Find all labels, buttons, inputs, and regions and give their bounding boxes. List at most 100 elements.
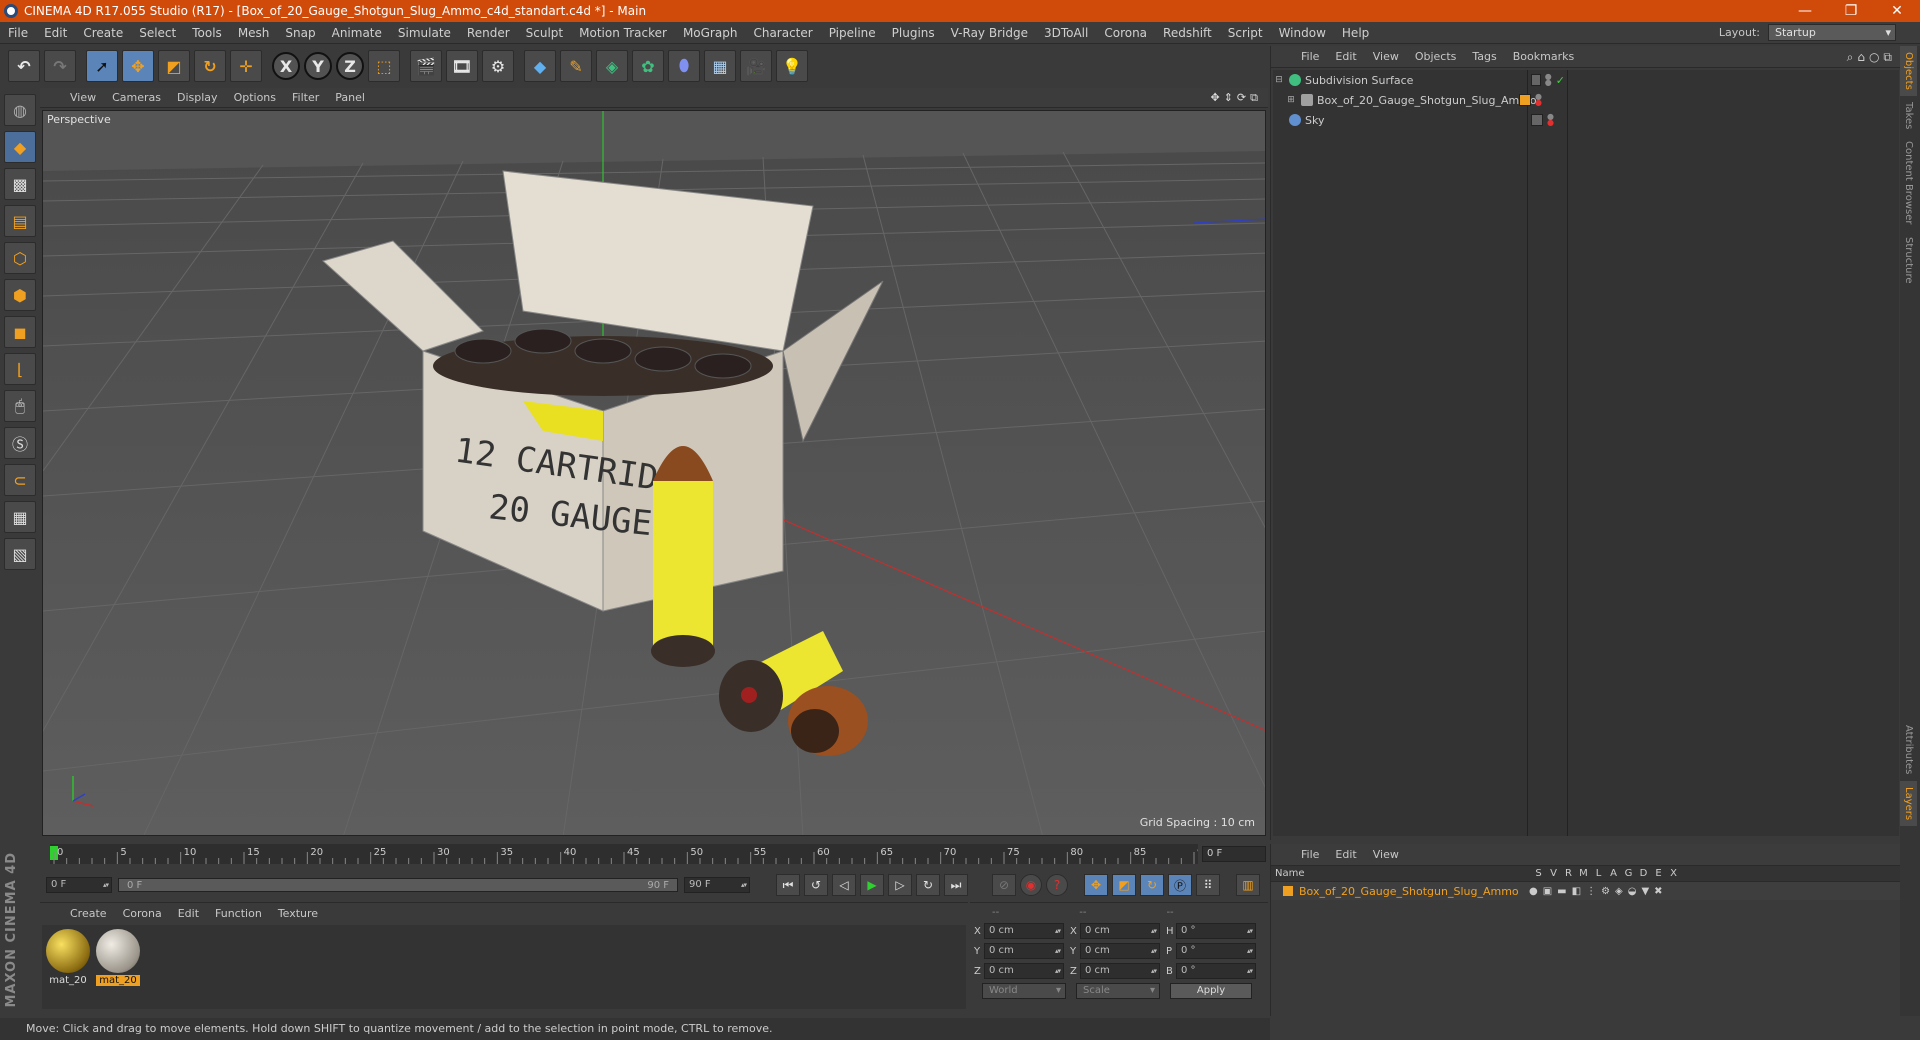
visibility-dots[interactable]: ● ● <box>1547 113 1554 127</box>
scale-icon[interactable]: ◩ <box>158 50 190 82</box>
layout-dropdown[interactable]: Startup <box>1768 24 1896 41</box>
menu-mograph[interactable]: MoGraph <box>675 26 746 40</box>
render-settings-icon[interactable]: ⚙ <box>482 50 514 82</box>
material-menu-corona[interactable]: Corona <box>115 907 170 920</box>
previous-key-icon[interactable]: ↺ <box>804 874 828 896</box>
planar-workplane-icon[interactable]: ▧ <box>4 538 36 570</box>
viewport-navigation-icons[interactable]: ✥⇕⟳⧉ <box>1210 91 1262 105</box>
make-editable-icon[interactable]: ◍ <box>4 94 36 126</box>
layer-toggle-icons[interactable]: ●▣▬◧⋮⚙◈◒▼✖ <box>1529 886 1668 897</box>
viewport-menu-options[interactable]: Options <box>226 91 284 104</box>
objects-menu-tags[interactable]: Tags <box>1464 50 1504 63</box>
coordinate-system-icon[interactable]: ⬚ <box>368 50 400 82</box>
material-swatch[interactable]: mat_20 <box>96 929 140 1005</box>
model-mode-icon[interactable]: ◆ <box>4 131 36 163</box>
go-to-start-icon[interactable]: ⏮ <box>776 874 800 896</box>
menu-create[interactable]: Create <box>75 26 131 40</box>
record-active-objects-icon[interactable]: ◉ <box>1020 874 1042 896</box>
redo-icon[interactable]: ↷ <box>44 50 76 82</box>
key-position-icon[interactable]: ✥ <box>1084 874 1108 896</box>
pos-y-field[interactable]: 0 cm <box>984 943 1064 959</box>
coordinate-system-dropdown[interactable]: World <box>982 983 1066 999</box>
locked-workplane-icon[interactable]: ▦ <box>4 501 36 533</box>
expand-icon[interactable]: ⊞ <box>1285 95 1297 105</box>
menu-vray-bridge[interactable]: V-Ray Bridge <box>943 26 1036 40</box>
key-rotation-icon[interactable]: ↻ <box>1140 874 1164 896</box>
magnet-icon[interactable]: ⊂ <box>4 464 36 496</box>
menu-tools[interactable]: Tools <box>184 26 230 40</box>
tab-attributes[interactable]: Attributes <box>1900 719 1917 780</box>
objects-menu-view[interactable]: View <box>1365 50 1407 63</box>
material-swatch[interactable]: mat_20 <box>46 929 90 1005</box>
minimize-button[interactable]: — <box>1782 3 1828 19</box>
objects-menu-edit[interactable]: Edit <box>1327 50 1364 63</box>
menu-edit[interactable]: Edit <box>36 26 75 40</box>
key-point-level-icon[interactable]: ⠿ <box>1196 874 1220 896</box>
cloner-icon[interactable]: ✿ <box>632 50 664 82</box>
menu-simulate[interactable]: Simulate <box>390 26 459 40</box>
tab-content-browser[interactable]: Content Browser <box>1900 135 1917 230</box>
viewport-canvas[interactable]: Perspective 12 CARTRIDGE 20 GAUGE Grid S… <box>42 110 1266 836</box>
object-row-sky[interactable]: Sky ● ● <box>1273 110 1899 130</box>
menu-pipeline[interactable]: Pipeline <box>821 26 884 40</box>
viewport-menu-cameras[interactable]: Cameras <box>104 91 169 104</box>
menu-motion-tracker[interactable]: Motion Tracker <box>571 26 675 40</box>
key-parameter-icon[interactable]: Ⓟ <box>1168 874 1192 896</box>
timeline-window-icon[interactable]: ▥ <box>1236 874 1260 896</box>
subdivision-surface-icon[interactable]: ◈ <box>596 50 628 82</box>
menu-render[interactable]: Render <box>459 26 518 40</box>
undo-icon[interactable]: ↶ <box>8 50 40 82</box>
current-frame-field[interactable]: 0 F <box>1202 846 1266 862</box>
menu-sculpt[interactable]: Sculpt <box>518 26 571 40</box>
tab-takes[interactable]: Takes <box>1900 96 1917 135</box>
visibility-dots[interactable]: ● ● <box>1535 93 1542 107</box>
polygons-mode-icon[interactable]: ◼ <box>4 316 36 348</box>
texture-mode-icon[interactable]: ▩ <box>4 168 36 200</box>
render-picture-viewer-icon[interactable]: 🎞 <box>446 50 478 82</box>
object-row-subdivision-surface[interactable]: ⊟ Subdivision Surface ● ● ✓ <box>1273 70 1899 90</box>
edges-mode-icon[interactable]: ⬢ <box>4 279 36 311</box>
menu-3dtoall[interactable]: 3DToAll <box>1036 26 1096 40</box>
menu-script[interactable]: Script <box>1220 26 1271 40</box>
size-z-field[interactable]: 0 cm <box>1080 963 1160 979</box>
viewport-menu-panel[interactable]: Panel <box>327 91 373 104</box>
layers-menu-view[interactable]: View <box>1365 848 1407 861</box>
pos-x-field[interactable]: 0 cm <box>984 923 1064 939</box>
material-menu-texture[interactable]: Texture <box>270 907 326 920</box>
layer-color-swatch[interactable] <box>1283 886 1293 896</box>
cube-primitive-icon[interactable]: ◆ <box>524 50 556 82</box>
layer-row[interactable]: Box_of_20_Gauge_Shotgun_Slug_Ammo ●▣▬◧⋮⚙… <box>1271 882 1900 900</box>
layer-checkbox[interactable] <box>1531 73 1541 86</box>
visibility-dots[interactable]: ● ● <box>1545 72 1552 87</box>
rot-p-field[interactable]: 0 ° <box>1176 943 1256 959</box>
play-icon[interactable]: ▶ <box>860 874 884 896</box>
start-frame-field[interactable]: 0 F <box>46 877 112 893</box>
record-disabled-icon[interactable]: ⊘ <box>992 874 1016 896</box>
rot-h-field[interactable]: 0 ° <box>1176 923 1256 939</box>
layers-menu-edit[interactable]: Edit <box>1327 848 1364 861</box>
menu-redshift[interactable]: Redshift <box>1155 26 1220 40</box>
spline-pen-icon[interactable]: ✎ <box>560 50 592 82</box>
viewport-menu-display[interactable]: Display <box>169 91 226 104</box>
key-scale-icon[interactable]: ◩ <box>1112 874 1136 896</box>
deformer-icon[interactable]: ⬮ <box>668 50 700 82</box>
live-selection-icon[interactable]: ➚ <box>86 50 118 82</box>
material-menu-edit[interactable]: Edit <box>170 907 207 920</box>
autokey-icon[interactable]: ? <box>1046 874 1068 896</box>
maximize-button[interactable]: ❐ <box>1828 3 1874 19</box>
rotate-icon[interactable]: ↻ <box>194 50 226 82</box>
light-icon[interactable]: 💡 <box>776 50 808 82</box>
go-to-end-icon[interactable]: ⏭ <box>944 874 968 896</box>
menu-corona[interactable]: Corona <box>1096 26 1155 40</box>
timeline[interactable]: 0 5 10 15 20 25 30 35 40 45 50 55 60 65 70 75 80 85 90 0 F <box>40 840 1268 870</box>
objects-menu-objects[interactable]: Objects <box>1407 50 1465 63</box>
render-view-icon[interactable]: 🎬 <box>410 50 442 82</box>
tweak-mode-icon[interactable]: 🖱 <box>4 390 36 422</box>
size-mode-dropdown[interactable]: Scale <box>1076 983 1160 999</box>
close-button[interactable]: ✕ <box>1874 3 1920 19</box>
menu-snap[interactable]: Snap <box>277 26 323 40</box>
end-frame-field[interactable]: 90 F <box>684 877 750 893</box>
next-frame-icon[interactable]: ▷ <box>888 874 912 896</box>
floor-icon[interactable]: ▦ <box>704 50 736 82</box>
menu-window[interactable]: Window <box>1271 26 1334 40</box>
